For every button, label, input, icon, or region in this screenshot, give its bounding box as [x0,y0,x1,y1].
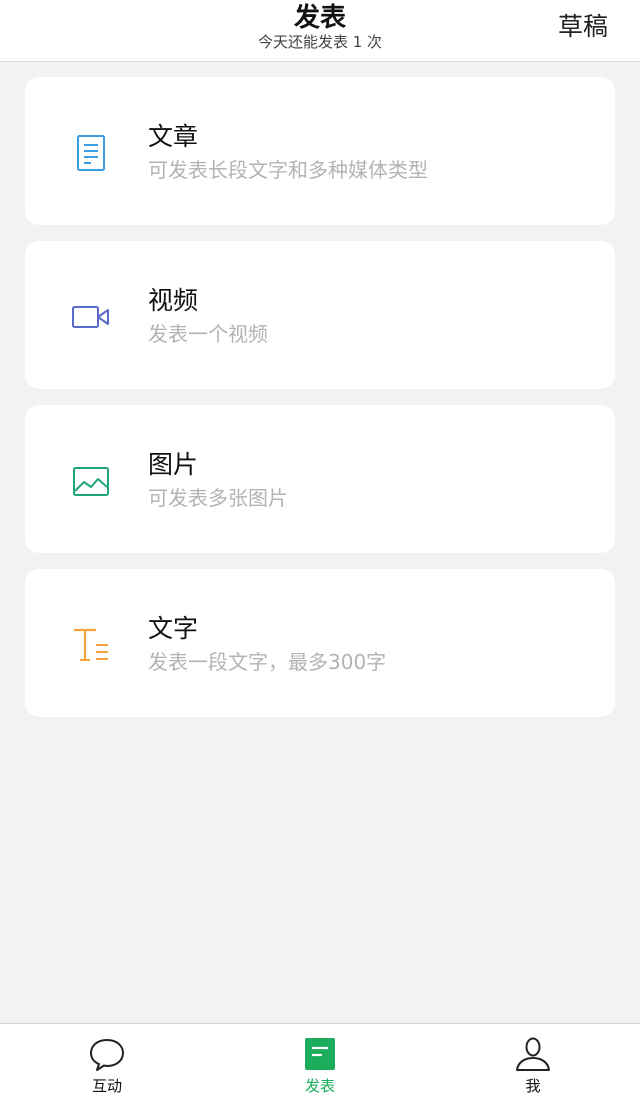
publish-page: 发表 今天还能发表 1 次 草稿 文章 可发表长段文字和多种媒体类型 视频 发表… [0,0,640,1100]
publish-icon [302,1036,338,1072]
person-icon [515,1036,551,1072]
card-description: 可发表长段文字和多种媒体类型 [148,158,428,182]
publish-type-list: 文章 可发表长段文字和多种媒体类型 视频 发表一个视频 图片 可发表多张图片 文… [25,77,615,733]
bottom-navigation: 互动 发表 我 [0,1023,640,1100]
card-title: 文章 [148,122,199,151]
nav-item-publish[interactable]: 发表 [260,1024,380,1100]
video-camera-icon [71,297,111,337]
publish-text-card[interactable]: 文字 发表一段文字，最多300字 [25,569,615,717]
card-title: 图片 [148,450,199,479]
drafts-button[interactable]: 草稿 [558,10,608,44]
nav-label: 我 [525,1077,541,1095]
article-icon [71,133,111,173]
publish-article-card[interactable]: 文章 可发表长段文字和多种媒体类型 [25,77,615,225]
nav-item-me[interactable]: 我 [473,1024,593,1100]
publish-video-card[interactable]: 视频 发表一个视频 [25,241,615,389]
card-description: 发表一个视频 [148,322,268,346]
chat-bubble-icon [89,1036,125,1072]
nav-label: 发表 [304,1077,335,1095]
publish-image-card[interactable]: 图片 可发表多张图片 [25,405,615,553]
card-title: 文字 [148,614,199,643]
nav-item-interact[interactable]: 互动 [47,1024,167,1100]
remaining-posts-subtitle: 今天还能发表 1 次 [257,33,383,51]
header-bar: 发表 今天还能发表 1 次 草稿 [0,0,640,62]
text-icon [71,625,111,665]
card-description: 可发表多张图片 [148,486,288,510]
nav-label: 互动 [91,1077,122,1095]
page-title: 发表 [293,3,346,33]
card-description: 发表一段文字，最多300字 [148,650,387,674]
card-title: 视频 [148,286,199,315]
image-icon [71,461,111,501]
